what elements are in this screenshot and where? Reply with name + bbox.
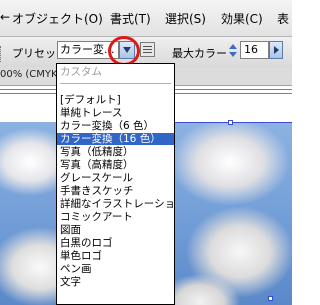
bounding-box-handle[interactable] — [268, 296, 273, 301]
max-colors-stepper[interactable] — [229, 41, 239, 59]
dropdown-item[interactable]: 文字 — [57, 276, 174, 288]
menu-object[interactable]: オブジェクト(O) — [12, 10, 103, 27]
dropdown-item[interactable]: 詳細なイラストレーション — [57, 198, 174, 210]
dropdown-item[interactable]: ペン画 — [57, 263, 174, 275]
dropdown-item[interactable]: 白黒のロゴ — [57, 237, 174, 249]
preset-dropdown-list: カスタム [デフォルト] 単純トレース カラー変換（6 色） カラー変換（16 … — [56, 63, 175, 305]
dropdown-separator — [60, 83, 171, 84]
menu-effect[interactable]: 効果(C) — [221, 10, 263, 27]
max-colors-input[interactable]: 16 — [240, 41, 269, 59]
dropdown-item[interactable]: 写真（低精度） — [57, 146, 174, 158]
bounding-box-handle[interactable] — [228, 120, 233, 125]
dropdown-item[interactable]: コミックアート — [57, 211, 174, 223]
tracing-options-icon[interactable] — [140, 42, 155, 57]
dropdown-item[interactable]: 写真（高精度） — [57, 159, 174, 171]
dropdown-item[interactable]: 単純トレース — [57, 107, 174, 119]
toolbar-grip[interactable] — [0, 46, 4, 62]
annotation-circle — [108, 36, 140, 66]
document-tab[interactable]: 00% (CMYK — [0, 69, 58, 80]
dropdown-item: カスタム — [60, 66, 102, 78]
menu-select[interactable]: 選択(S) — [165, 10, 206, 27]
chevron-right-icon — [274, 46, 279, 54]
dropdown-item[interactable]: グレースケール — [57, 172, 174, 184]
max-colors-label: 最大カラー — [172, 47, 227, 60]
dropdown-item[interactable]: 手書きスケッチ — [57, 185, 174, 197]
stepper-down-icon[interactable] — [229, 52, 237, 57]
dropdown-item[interactable]: 図面 — [57, 224, 174, 236]
menu-type[interactable]: 書式(T) — [110, 10, 151, 27]
max-colors-arrow-button[interactable] — [269, 41, 283, 59]
dropdown-item[interactable]: 単色ロゴ — [57, 250, 174, 262]
dropdown-item[interactable]: [デフォルト] — [57, 94, 174, 106]
stepper-up-icon[interactable] — [229, 44, 237, 49]
menu-view[interactable]: 表 — [277, 10, 289, 27]
dropdown-item-selected[interactable]: カラー変換（16 色） — [57, 133, 174, 145]
dropdown-item[interactable]: カラー変換（6 色） — [57, 120, 174, 132]
menu-item-partial[interactable]: ← — [0, 10, 10, 24]
